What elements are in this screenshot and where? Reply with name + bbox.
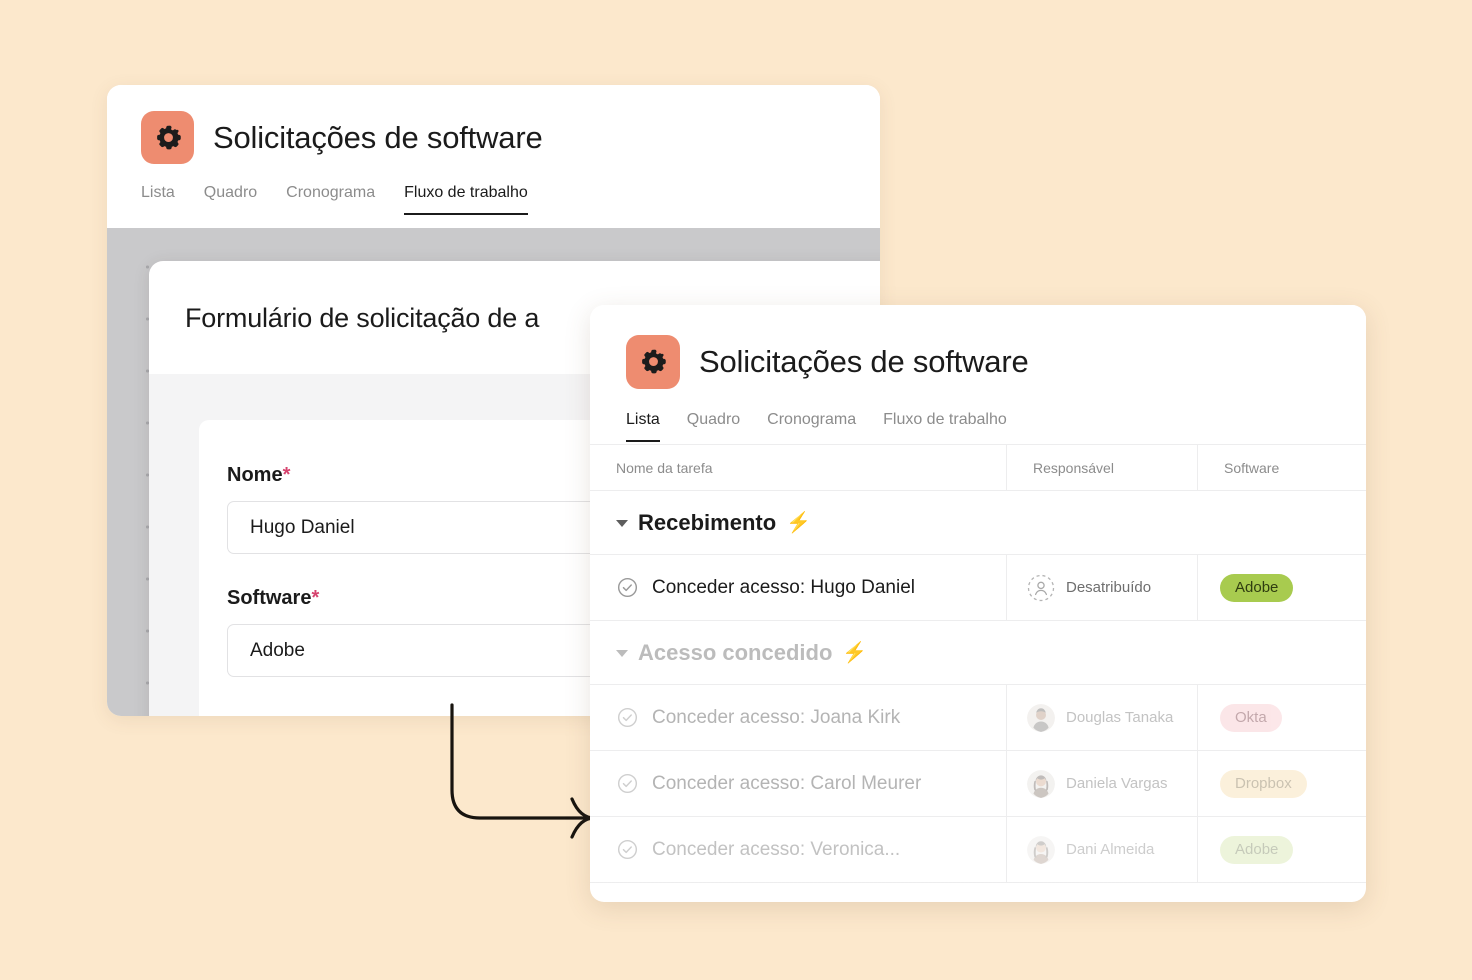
left-tab-bar: Lista Quadro Cronograma Fluxo de trabalh… bbox=[141, 184, 880, 215]
tab-fluxo-de-trabalho[interactable]: Fluxo de trabalho bbox=[404, 184, 528, 215]
software-cell[interactable]: Adobe bbox=[1198, 817, 1366, 882]
assignee-cell[interactable]: Daniela Vargas bbox=[1007, 751, 1198, 816]
column-header-task-name: Nome da tarefa bbox=[590, 444, 1007, 491]
page-title: Solicitações de software bbox=[213, 119, 543, 155]
group-header-recebimento[interactable]: Recebimento ⚡ bbox=[590, 491, 1366, 555]
tab-lista[interactable]: Lista bbox=[626, 411, 660, 442]
software-tag[interactable]: Dropbox bbox=[1220, 769, 1307, 798]
screenshot-stage: Solicitações de software Lista Quadro Cr… bbox=[0, 0, 1472, 980]
page-title: Solicitações de software bbox=[699, 344, 1029, 379]
table-row[interactable]: Conceder acesso: Carol Meurer Daniela Va… bbox=[590, 751, 1366, 817]
check-circle-icon[interactable] bbox=[616, 838, 639, 861]
chevron-down-icon[interactable] bbox=[616, 650, 628, 657]
avatar bbox=[1027, 769, 1055, 798]
software-cell[interactable]: Adobe bbox=[1198, 555, 1366, 620]
assignee-cell[interactable]: Desatribuído bbox=[1007, 555, 1198, 620]
software-required-mark: * bbox=[311, 587, 320, 609]
task-name: Conceder acesso: Hugo Daniel bbox=[652, 576, 915, 598]
software-tag[interactable]: Adobe bbox=[1220, 573, 1294, 602]
task-name: Conceder acesso: Carol Meurer bbox=[652, 772, 922, 794]
right-window-header: Solicitações de software Lista Quadro Cr… bbox=[590, 305, 1366, 444]
task-name-cell[interactable]: Conceder acesso: Veronica... bbox=[590, 817, 1007, 882]
chevron-down-icon[interactable] bbox=[616, 520, 628, 527]
assignee-name: Daniela Vargas bbox=[1066, 775, 1168, 792]
tab-fluxo-de-trabalho[interactable]: Fluxo de trabalho bbox=[883, 411, 1007, 442]
left-window-header: Solicitações de software Lista Quadro Cr… bbox=[107, 85, 880, 228]
software-tag[interactable]: Okta bbox=[1220, 703, 1282, 732]
gear-icon bbox=[141, 111, 194, 164]
task-name: Conceder acesso: Joana Kirk bbox=[652, 706, 901, 728]
group-header-acesso-concedido[interactable]: Acesso concedido ⚡ bbox=[590, 621, 1366, 685]
assignee-name: Dani Almeida bbox=[1066, 841, 1155, 858]
column-header-assignee: Responsável bbox=[1007, 444, 1198, 491]
assignee-name: Douglas Tanaka bbox=[1066, 709, 1174, 726]
left-title-row: Solicitações de software bbox=[141, 111, 880, 164]
check-circle-icon[interactable] bbox=[616, 772, 639, 795]
task-name: Conceder acesso: Veronica... bbox=[652, 838, 901, 860]
tab-quadro[interactable]: Quadro bbox=[687, 411, 740, 442]
name-required-mark: * bbox=[282, 464, 291, 486]
table-row[interactable]: Conceder acesso: Joana Kirk Douglas Tana… bbox=[590, 685, 1366, 751]
tab-cronograma[interactable]: Cronograma bbox=[767, 411, 856, 442]
right-app-window: Solicitações de software Lista Quadro Cr… bbox=[590, 305, 1366, 902]
group-title: Recebimento bbox=[638, 509, 777, 535]
tab-quadro[interactable]: Quadro bbox=[204, 184, 257, 215]
tab-lista[interactable]: Lista bbox=[141, 184, 175, 215]
table-row[interactable]: Conceder acesso: Hugo Daniel Desatribuíd… bbox=[590, 555, 1366, 621]
avatar bbox=[1027, 835, 1055, 864]
software-cell[interactable]: Dropbox bbox=[1198, 751, 1366, 816]
task-name-cell[interactable]: Conceder acesso: Hugo Daniel bbox=[590, 555, 1007, 620]
software-label-text: Software bbox=[227, 587, 312, 609]
group-title: Acesso concedido bbox=[638, 639, 833, 665]
software-tag[interactable]: Adobe bbox=[1220, 835, 1294, 864]
assignee-cell[interactable]: Dani Almeida bbox=[1007, 817, 1198, 882]
gear-icon bbox=[626, 335, 680, 389]
table-header-row: Nome da tarefa Responsável Software bbox=[590, 444, 1366, 491]
name-label-text: Nome bbox=[227, 464, 283, 486]
task-name-cell[interactable]: Conceder acesso: Joana Kirk bbox=[590, 685, 1007, 750]
tab-cronograma[interactable]: Cronograma bbox=[286, 184, 375, 215]
assignee-cell[interactable]: Douglas Tanaka bbox=[1007, 685, 1198, 750]
table-row[interactable]: Conceder acesso: Veronica... Dani Almeid… bbox=[590, 817, 1366, 883]
unassigned-avatar-icon bbox=[1027, 574, 1055, 601]
task-name-cell[interactable]: Conceder acesso: Carol Meurer bbox=[590, 751, 1007, 816]
right-tab-bar: Lista Quadro Cronograma Fluxo de trabalh… bbox=[626, 411, 1366, 442]
check-circle-icon[interactable] bbox=[616, 576, 639, 599]
software-cell[interactable]: Okta bbox=[1198, 685, 1366, 750]
column-header-software: Software bbox=[1224, 459, 1280, 476]
task-table: Nome da tarefa Responsável Software Rece… bbox=[590, 444, 1366, 902]
lightning-bolt-icon: ⚡ bbox=[842, 641, 868, 664]
avatar bbox=[1027, 703, 1055, 732]
assignee-name: Desatribuído bbox=[1066, 579, 1152, 596]
right-title-row: Solicitações de software bbox=[626, 335, 1366, 389]
lightning-bolt-icon: ⚡ bbox=[786, 511, 812, 534]
check-circle-icon[interactable] bbox=[616, 706, 639, 729]
